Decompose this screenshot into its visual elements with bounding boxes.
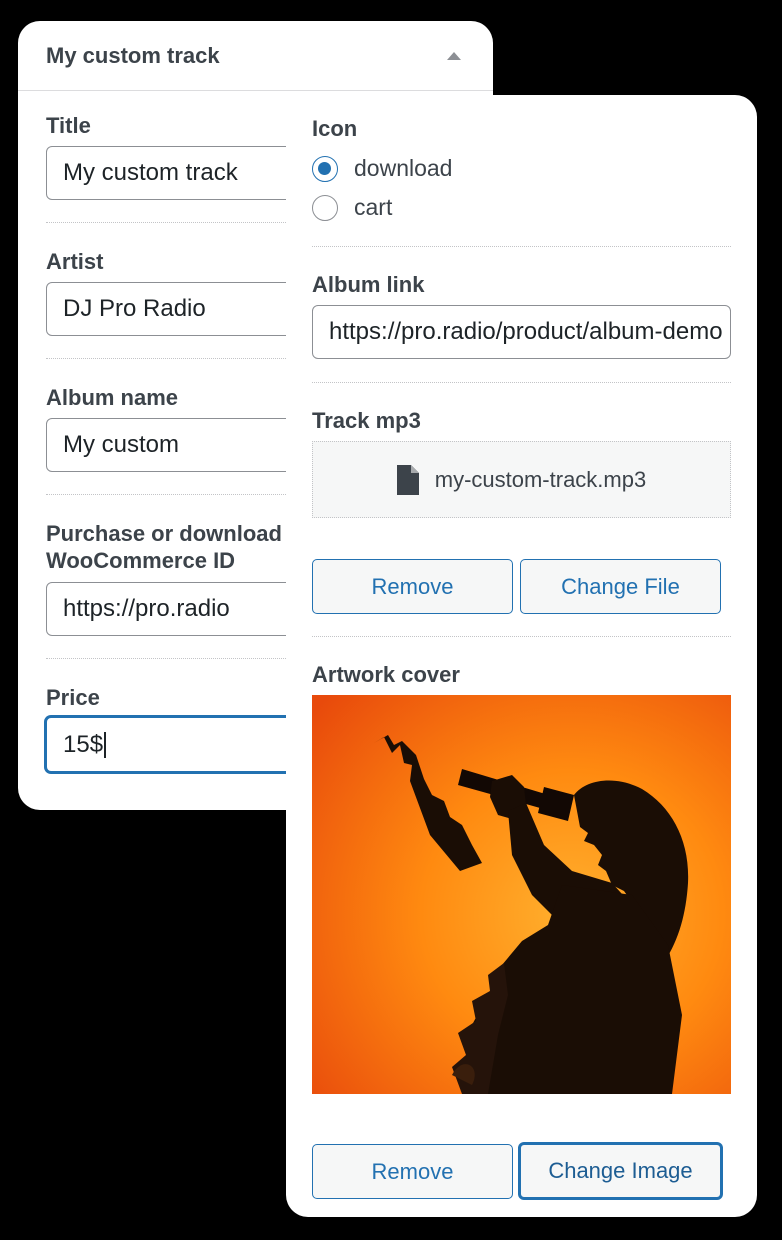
radio-checked-icon[interactable]: [312, 155, 338, 182]
radio-unchecked-icon[interactable]: [312, 194, 338, 221]
purchase-input-value: https://pro.radio: [63, 595, 230, 622]
price-input-value: 15$: [63, 730, 104, 758]
album-link-input-value: https://pro.radio/product/album-demo: [329, 318, 723, 345]
title-input-value: My custom track: [63, 159, 238, 186]
album-link-label: Album link: [312, 272, 425, 297]
artwork-cover-label: Artwork cover: [312, 662, 460, 687]
document-icon: [396, 464, 419, 495]
track-file-name: my-custom-track.mp3: [434, 466, 647, 492]
panel-header[interactable]: My custom track: [18, 21, 493, 91]
remove-file-button[interactable]: Remove: [312, 559, 513, 614]
icon-option-cart[interactable]: cart: [312, 194, 392, 221]
album-link-input[interactable]: https://pro.radio/product/album-demo: [312, 305, 731, 359]
collapse-caret-icon[interactable]: [447, 51, 461, 60]
price-label: Price: [46, 685, 100, 710]
track-mp3-label: Track mp3: [312, 408, 421, 433]
track-file-preview: my-custom-track.mp3: [312, 441, 731, 518]
divider: [312, 636, 731, 637]
album-name-label: Album name: [46, 385, 179, 410]
artist-input-value: DJ Pro Radio: [63, 295, 206, 322]
purchase-label-line1: Purchase or download: [46, 521, 282, 546]
icon-option-download[interactable]: download: [312, 155, 452, 182]
change-file-button[interactable]: Change File: [520, 559, 721, 614]
remove-image-button[interactable]: Remove: [312, 1144, 513, 1199]
icon-label: Icon: [312, 116, 358, 141]
album-name-input-value: My custom: [63, 431, 180, 458]
icon-option-label: cart: [354, 194, 393, 220]
artist-label: Artist: [46, 249, 104, 274]
title-label: Title: [46, 113, 91, 138]
text-cursor: [104, 731, 107, 758]
purchase-label: Purchase or download WooCommerce ID: [46, 520, 282, 574]
purchase-label-line2: WooCommerce ID: [46, 548, 236, 573]
icon-option-label: download: [354, 155, 453, 181]
divider: [312, 246, 731, 247]
artwork-cover-image: [312, 695, 731, 1094]
change-image-button[interactable]: Change Image: [519, 1143, 722, 1199]
singer-silhouette-image: [312, 695, 731, 1094]
panel-header-title: My custom track: [46, 42, 220, 68]
divider: [312, 382, 731, 383]
track-media-panel: Icon download cart Album link https://pr…: [286, 95, 757, 1217]
